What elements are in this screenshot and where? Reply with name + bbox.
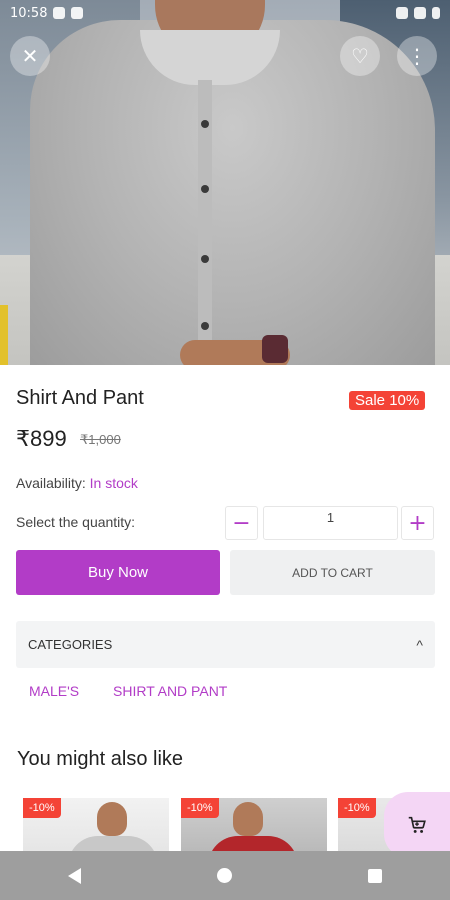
- wifi-icon: [396, 7, 408, 19]
- wristwatch: [262, 335, 288, 363]
- chevron-up-icon: ^: [416, 636, 423, 653]
- shirt-button: [201, 322, 209, 330]
- shirt-button: [201, 255, 209, 263]
- signal-icon: [414, 7, 426, 19]
- availability-label: Availability:: [16, 475, 86, 491]
- price: ₹899: [16, 426, 67, 451]
- sale-badge: Sale 10%: [349, 391, 426, 410]
- favorite-button[interactable]: ♡: [340, 36, 380, 76]
- product-title: Shirt And Pant: [16, 387, 144, 409]
- cart-fab-button[interactable]: [384, 792, 450, 858]
- suggested-product-card[interactable]: -10%: [181, 798, 327, 858]
- categories-header: CATEGORIES: [28, 637, 113, 652]
- status-bar: 10:58: [0, 0, 450, 26]
- sim-icon: [71, 7, 84, 19]
- quantity-input[interactable]: 1: [263, 506, 398, 540]
- minus-icon: −: [232, 510, 251, 536]
- back-icon[interactable]: [68, 867, 81, 884]
- quantity-decrease-button[interactable]: −: [225, 506, 258, 540]
- quantity-increase-button[interactable]: +: [401, 506, 434, 540]
- suggestions-title: You might also like: [17, 748, 184, 770]
- add-to-cart-button[interactable]: ADD TO CART: [230, 550, 435, 595]
- status-time: 10:58: [10, 5, 48, 21]
- category-link-males[interactable]: MALE'S: [29, 683, 79, 699]
- recent-apps-icon[interactable]: [368, 868, 382, 883]
- more-vert-icon: ⋮: [407, 44, 427, 68]
- system-navigation-bar: [0, 851, 450, 900]
- product-image: [0, 0, 450, 365]
- cart-icon: [408, 816, 426, 833]
- shirt-button: [201, 185, 209, 193]
- shirt-button: [201, 120, 209, 128]
- quantity-label: Select the quantity:: [16, 514, 136, 530]
- categories-accordion[interactable]: CATEGORIES ^: [16, 621, 435, 668]
- close-icon: ✕: [21, 44, 39, 68]
- close-button[interactable]: ✕: [10, 36, 50, 76]
- buy-now-button[interactable]: Buy Now: [16, 550, 220, 595]
- suggested-product-card[interactable]: -10%: [23, 798, 169, 858]
- yellow-post: [0, 305, 8, 365]
- heart-icon: ♡: [351, 44, 369, 68]
- home-icon[interactable]: [217, 868, 232, 883]
- availability-value: In stock: [89, 475, 138, 491]
- discount-badge: -10%: [338, 798, 376, 818]
- discount-badge: -10%: [23, 798, 61, 818]
- battery-icon: [432, 7, 440, 19]
- old-price: ₹1,000: [80, 432, 121, 447]
- discount-badge: -10%: [181, 798, 219, 818]
- model-head: [97, 802, 127, 836]
- app-icon: [53, 7, 66, 19]
- category-link-shirt-and-pant[interactable]: SHIRT AND PANT: [113, 683, 227, 699]
- availability: Availability: In stock: [16, 475, 138, 491]
- more-options-button[interactable]: ⋮: [397, 36, 437, 76]
- plus-icon: +: [408, 510, 427, 536]
- model-head: [233, 802, 263, 836]
